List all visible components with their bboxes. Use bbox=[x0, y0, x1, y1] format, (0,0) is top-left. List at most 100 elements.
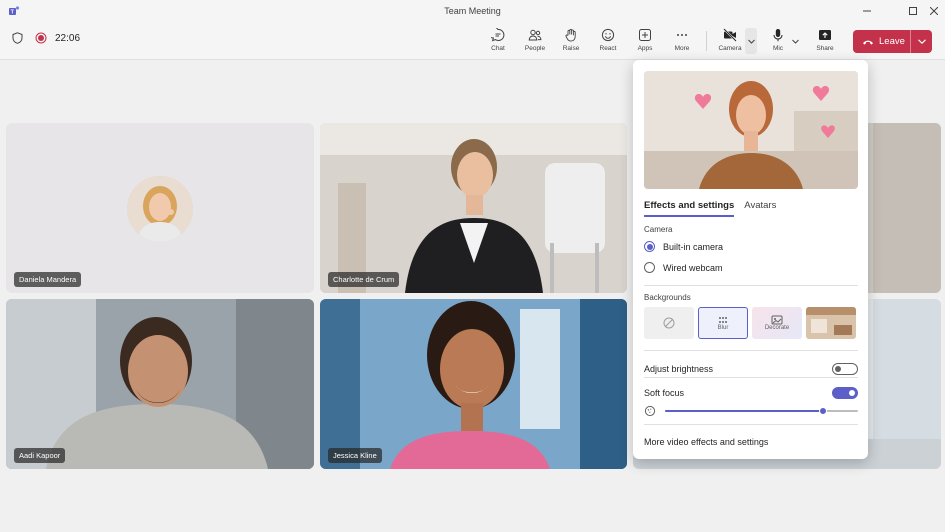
recording-icon bbox=[35, 32, 47, 44]
participant-name: Aadi Kapoor bbox=[14, 448, 66, 463]
soft-focus-icon bbox=[644, 405, 656, 417]
more-button[interactable]: More bbox=[665, 26, 699, 56]
leave-label: Leave bbox=[879, 36, 905, 47]
avatar bbox=[127, 176, 193, 242]
slider-thumb[interactable] bbox=[819, 407, 828, 415]
tab-effects-and-settings[interactable]: Effects and settings bbox=[644, 200, 735, 217]
raise-hand-button[interactable]: Raise bbox=[554, 26, 588, 56]
background-decorate[interactable]: Decorate bbox=[752, 307, 802, 339]
chevron-down-icon bbox=[747, 39, 755, 44]
camera-option-wired[interactable]: Wired webcam bbox=[644, 262, 723, 273]
camera-option-built-in[interactable]: Built-in camera bbox=[644, 241, 723, 252]
soft-focus-toggle[interactable] bbox=[832, 387, 858, 399]
adjust-brightness-toggle[interactable] bbox=[832, 363, 858, 375]
maximize-icon bbox=[909, 7, 917, 15]
backgrounds-section-label: Backgrounds bbox=[644, 293, 691, 302]
leave-button[interactable]: Leave bbox=[853, 30, 911, 53]
tab-avatars[interactable]: Avatars bbox=[744, 200, 776, 217]
raise-hand-icon bbox=[565, 28, 576, 42]
close-icon bbox=[930, 7, 938, 15]
camera-effects-panel: Effects and settings Avatars Camera Buil… bbox=[633, 60, 868, 459]
close-window-button[interactable] bbox=[925, 4, 943, 18]
room-image bbox=[806, 307, 856, 339]
soft-focus-row: Soft focus bbox=[644, 387, 858, 399]
participant-video bbox=[320, 299, 627, 469]
participant-name: Daniela Mandera bbox=[14, 272, 82, 287]
apps-label: Apps bbox=[637, 45, 653, 52]
react-label: React bbox=[599, 45, 617, 52]
participant-name: Jessica Kline bbox=[328, 448, 382, 463]
chat-label: Chat bbox=[491, 45, 505, 52]
background-none[interactable] bbox=[644, 307, 694, 339]
share-button[interactable]: Share bbox=[808, 26, 842, 56]
camera-option-label: Built-in camera bbox=[663, 241, 724, 252]
minimize-button[interactable] bbox=[858, 4, 876, 18]
participant-video bbox=[6, 299, 314, 469]
leave-button-group: Leave bbox=[853, 30, 932, 53]
participant-tile[interactable]: Charlotte de Crum bbox=[320, 123, 627, 293]
hang-up-icon bbox=[863, 40, 873, 45]
self-video-preview bbox=[644, 71, 858, 189]
react-emoji-icon bbox=[601, 28, 615, 42]
people-button[interactable]: People bbox=[518, 26, 552, 56]
participant-tile[interactable]: Daniela Mandera bbox=[6, 123, 314, 293]
minimize-icon bbox=[863, 10, 871, 12]
chevron-down-icon bbox=[791, 39, 799, 44]
react-button[interactable]: React bbox=[591, 26, 625, 56]
soft-focus-slider-row bbox=[644, 404, 858, 418]
decorate-icon bbox=[771, 315, 783, 325]
section-divider bbox=[644, 377, 858, 378]
chat-button[interactable]: Chat bbox=[481, 26, 515, 56]
camera-option-label: Wired webcam bbox=[663, 262, 723, 273]
apps-icon bbox=[639, 29, 651, 41]
meeting-toolbar: 22:06 Chat People Raise React Apps More … bbox=[0, 22, 945, 60]
background-blur[interactable]: Blur bbox=[698, 307, 748, 339]
more-icon bbox=[677, 34, 687, 36]
adjust-brightness-label: Adjust brightness bbox=[644, 364, 714, 374]
share-icon bbox=[819, 30, 831, 40]
mic-options-button[interactable] bbox=[789, 28, 801, 54]
people-label: People bbox=[524, 45, 546, 52]
none-icon bbox=[663, 317, 675, 329]
camera-label: Camera bbox=[718, 45, 742, 52]
background-option-label: Blur bbox=[717, 325, 729, 331]
radio-unselected[interactable] bbox=[644, 262, 655, 273]
shield-icon bbox=[12, 32, 23, 44]
meeting-timer: 22:06 bbox=[55, 32, 81, 44]
camera-options-button[interactable] bbox=[745, 28, 757, 54]
share-label: Share bbox=[816, 45, 834, 52]
more-video-effects-link[interactable]: More video effects and settings bbox=[644, 437, 768, 447]
mic-label: Mic bbox=[772, 45, 784, 52]
participant-tile[interactable]: Aadi Kapoor bbox=[6, 299, 314, 469]
meeting-status: 22:06 bbox=[12, 32, 80, 44]
blur-icon bbox=[719, 317, 727, 323]
camera-button[interactable]: Camera bbox=[713, 26, 747, 56]
background-option-label: Decorate bbox=[764, 325, 790, 331]
participant-tile[interactable]: Jessica Kline bbox=[320, 299, 627, 469]
participant-video bbox=[320, 123, 627, 293]
background-room[interactable] bbox=[806, 307, 856, 339]
apps-button[interactable]: Apps bbox=[628, 26, 662, 56]
chat-icon bbox=[491, 28, 505, 42]
mic-icon bbox=[773, 29, 783, 42]
slider-fill bbox=[665, 410, 824, 412]
camera-off-icon bbox=[723, 28, 737, 42]
raise-label: Raise bbox=[562, 45, 580, 52]
participant-photo bbox=[127, 176, 193, 242]
more-label: More bbox=[674, 45, 690, 52]
participant-name: Charlotte de Crum bbox=[328, 272, 400, 287]
camera-preview bbox=[644, 71, 858, 189]
leave-options-button[interactable] bbox=[911, 39, 932, 44]
title-bar: T Team Meeting bbox=[0, 0, 945, 22]
toolbar-divider bbox=[706, 31, 707, 51]
maximize-button[interactable] bbox=[904, 4, 922, 18]
soft-focus-label: Soft focus bbox=[644, 388, 685, 398]
section-divider bbox=[644, 350, 858, 351]
chevron-down-icon bbox=[917, 39, 926, 44]
adjust-brightness-row: Adjust brightness bbox=[644, 363, 858, 375]
people-icon bbox=[528, 29, 542, 41]
section-divider bbox=[644, 285, 858, 286]
soft-focus-slider[interactable] bbox=[665, 407, 858, 415]
radio-selected[interactable] bbox=[644, 241, 655, 252]
window-title: Team Meeting bbox=[444, 6, 501, 16]
